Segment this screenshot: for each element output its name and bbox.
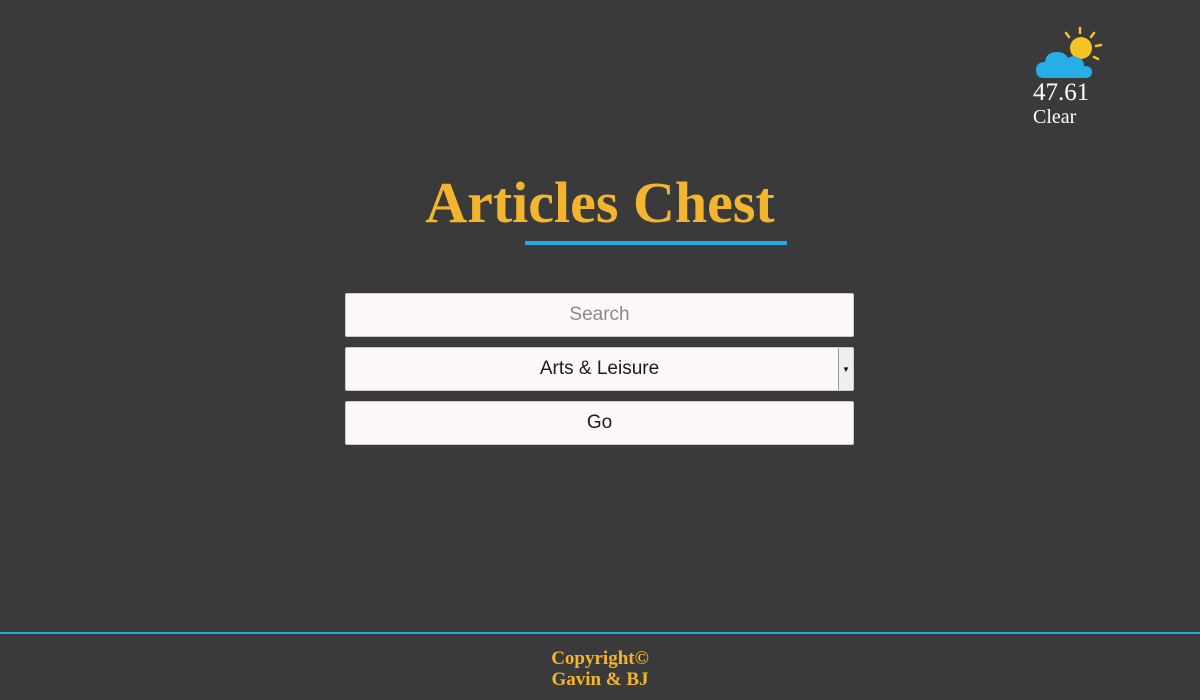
go-button[interactable]: Go — [345, 401, 854, 445]
search-input[interactable] — [345, 293, 854, 337]
weather-temperature: 47.61 — [1033, 79, 1090, 106]
chevron-down-icon[interactable]: ▼ — [838, 348, 853, 390]
weather-widget: 47.61 Clear — [1030, 24, 1120, 128]
category-select[interactable]: Arts & Leisure ▼ — [345, 347, 854, 391]
copyright-text: Copyright© — [551, 648, 649, 669]
footer-divider — [0, 632, 1200, 634]
page-title: Articles Chest — [425, 170, 775, 235]
category-select-value: Arts & Leisure — [539, 358, 660, 379]
search-form: Arts & Leisure ▼ Go — [345, 293, 855, 445]
footer: Copyright© Gavin & BJ — [0, 648, 1200, 690]
title-underline — [525, 241, 787, 245]
weather-condition: Clear — [1033, 106, 1077, 128]
partly-sunny-icon — [1036, 26, 1103, 78]
authors-text: Gavin & BJ — [551, 669, 649, 690]
